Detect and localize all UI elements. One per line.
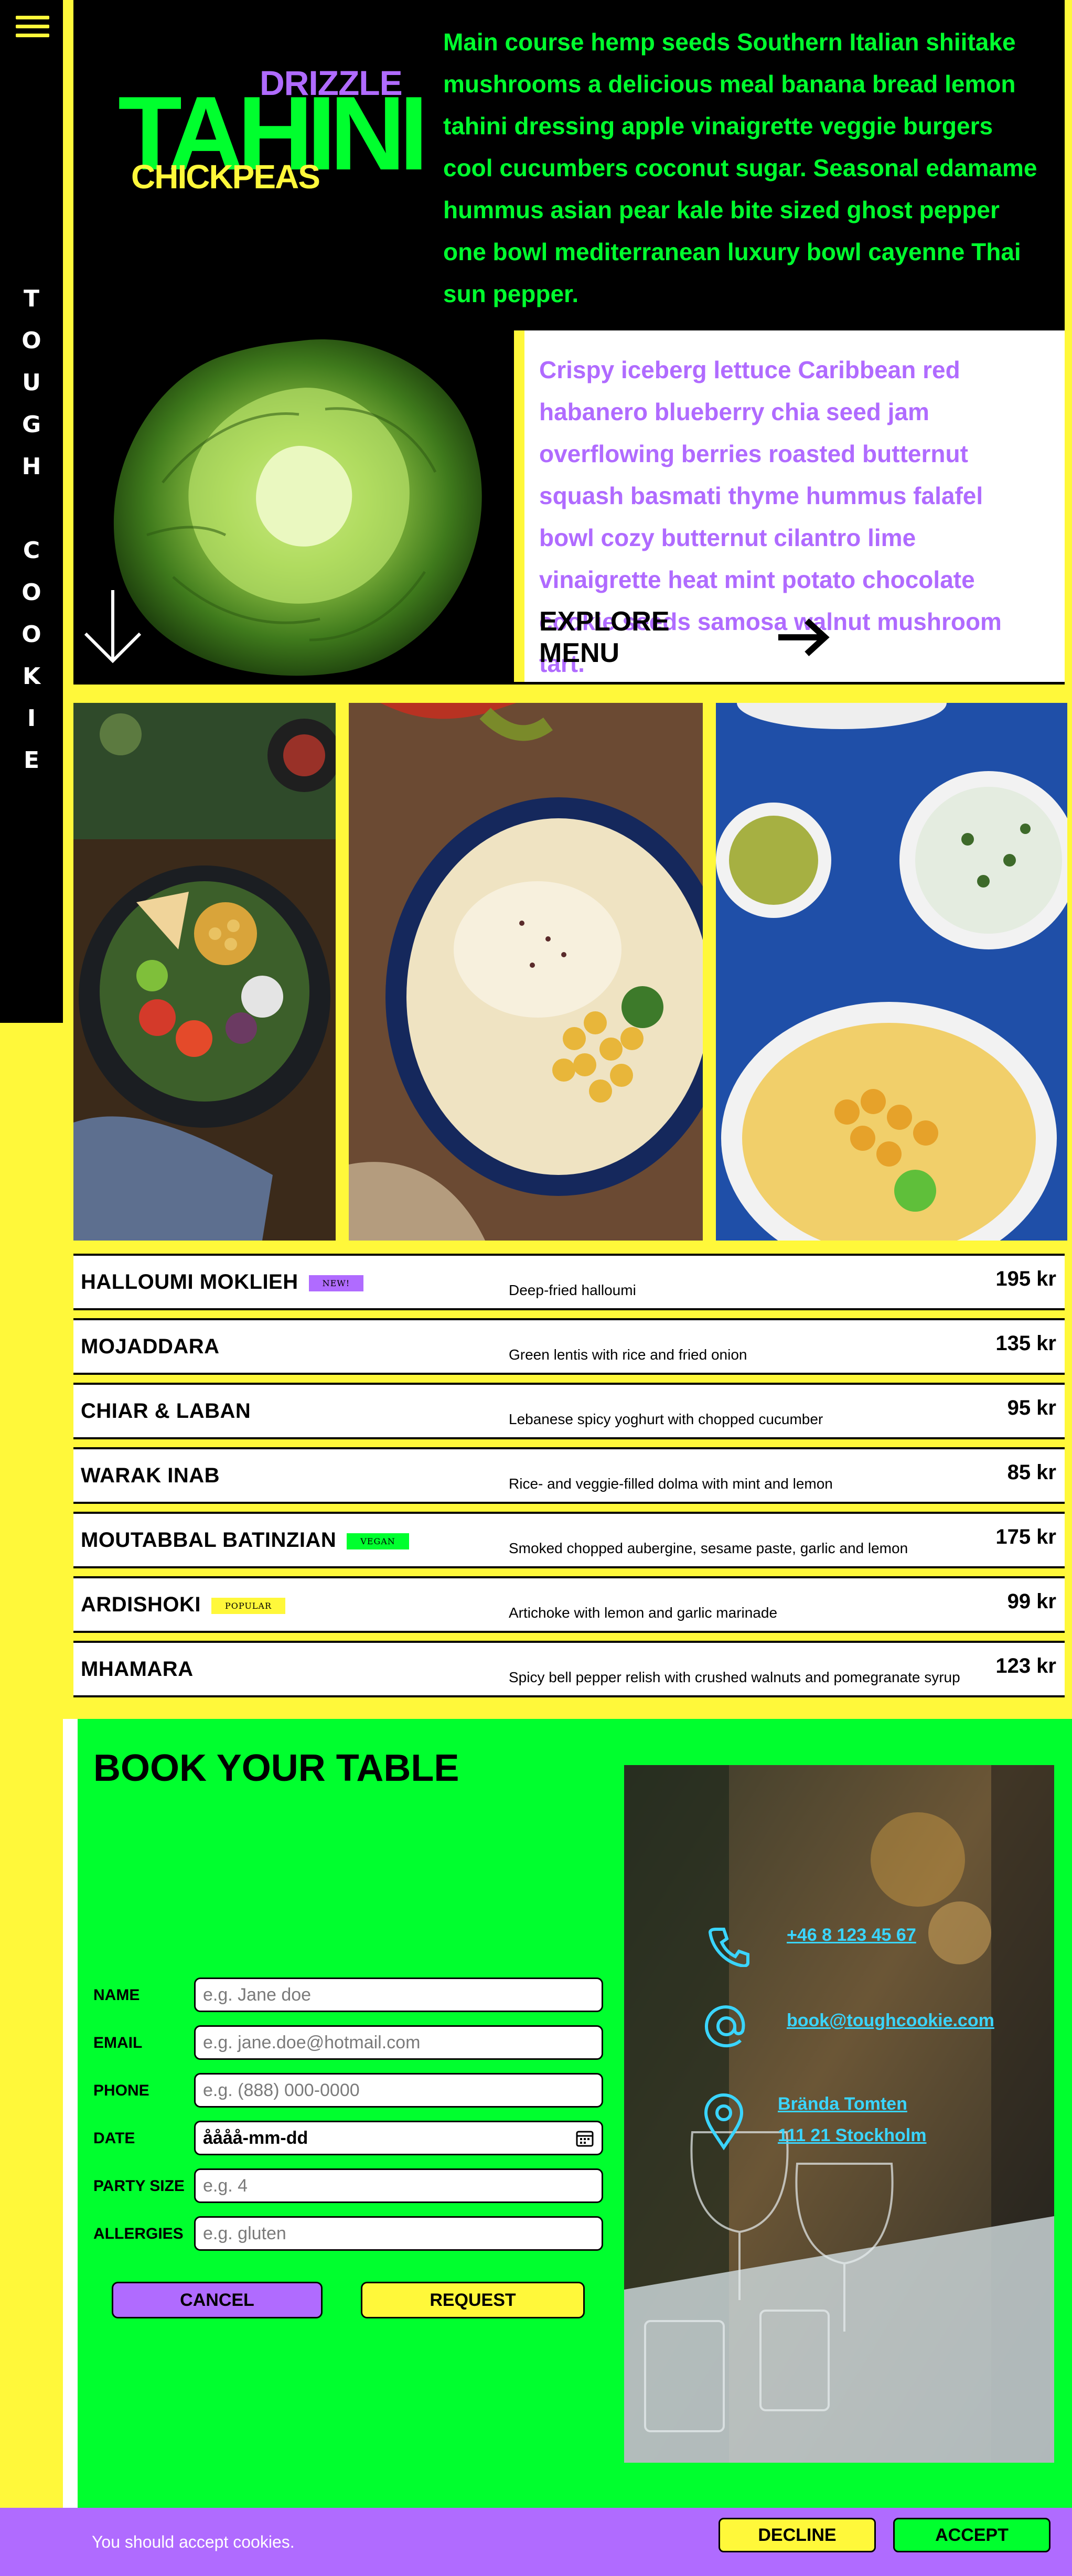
- phone-label: PHONE: [93, 2082, 149, 2099]
- date-value: åååå-mm-dd: [203, 2128, 308, 2148]
- menu-item-description: Rice- and veggie-filled dolma with mint …: [509, 1476, 833, 1492]
- request-button[interactable]: REQUEST: [361, 2282, 585, 2318]
- food-photo-salad: [73, 703, 336, 1241]
- menu-item-name-text: ARDISHOKI: [81, 1593, 201, 1616]
- contact-address-line2[interactable]: 111 21 Stockholm: [778, 2125, 927, 2146]
- decline-cookies-button[interactable]: DECLINE: [719, 2518, 876, 2552]
- sidebar: T O U G H C O O K I E: [0, 0, 63, 1023]
- menu-item-description: Smoked chopped aubergine, sesame paste, …: [509, 1540, 908, 1556]
- menu-item-description: Lebanese spicy yoghurt with chopped cucu…: [509, 1411, 823, 1427]
- menu-item-price: 85 kr: [1007, 1461, 1056, 1484]
- calendar-icon[interactable]: [575, 2129, 594, 2147]
- intro-text: Main course hemp seeds Southern Italian …: [443, 28, 1037, 307]
- name-label: NAME: [93, 1986, 140, 2004]
- logo-chickpeas: CHICKPEAS: [131, 158, 320, 196]
- arrow-down-icon[interactable]: [81, 587, 144, 666]
- menu-item-description: Spicy bell pepper relish with crushed wa…: [509, 1669, 960, 1685]
- phone-field[interactable]: [194, 2073, 603, 2108]
- menu-item-badge: VEGAN: [347, 1533, 409, 1549]
- menu-item-name-text: MOJADDARA: [81, 1335, 220, 1358]
- menu-item-description: Artichoke with lemon and garlic marinade: [509, 1605, 778, 1621]
- date-field[interactable]: åååå-mm-dd: [194, 2121, 603, 2155]
- email-field[interactable]: [194, 2025, 603, 2060]
- food-photo-dips: [716, 703, 1067, 1241]
- menu-item-name: ARDISHOKI POPULAR: [81, 1593, 286, 1617]
- booking-edge: [63, 1719, 78, 2576]
- menu-row: WARAK INAB Rice- and veggie-filled dolma …: [73, 1447, 1065, 1504]
- cookie-message: You should accept cookies.: [92, 2532, 295, 2551]
- lettuce-image: [113, 339, 482, 676]
- menu-item-name: WARAK INAB: [81, 1464, 220, 1488]
- cancel-button[interactable]: CANCEL: [112, 2282, 323, 2318]
- menu-item-name: HALLOUMI MOKLIEH NEW!: [81, 1270, 364, 1294]
- contact-email[interactable]: book@toughcookie.com: [787, 2011, 994, 2031]
- arrow-right-icon: [778, 618, 830, 657]
- menu-row: CHIAR & LABAN Lebanese spicy yoghurt with…: [73, 1383, 1065, 1439]
- allergies-field[interactable]: [194, 2216, 603, 2251]
- brand-vertical: T O U G H C O O K I E: [22, 285, 41, 774]
- email-label: EMAIL: [93, 2034, 143, 2051]
- hamburger-icon[interactable]: [16, 16, 49, 41]
- menu-item-name: CHIAR & LABAN: [81, 1399, 251, 1423]
- menu-row: HALLOUMI MOKLIEH NEW! Deep-fried halloumi 1…: [73, 1254, 1065, 1310]
- date-label: DATE: [93, 2130, 135, 2147]
- explore-menu-label: EXPLORE MENU: [539, 606, 670, 668]
- menu-item-price: 135 kr: [995, 1332, 1056, 1355]
- menu-item-name-text: WARAK INAB: [81, 1464, 220, 1487]
- contact-address-line1[interactable]: Brända Tomten: [778, 2094, 907, 2114]
- phone-icon: [708, 1928, 749, 1967]
- menu-item-price: 195 kr: [995, 1267, 1056, 1290]
- food-photo-hummus: [349, 703, 703, 1241]
- name-field[interactable]: [194, 1978, 603, 2012]
- party-size-field[interactable]: [194, 2168, 603, 2203]
- party-size-label: PARTY SIZE: [93, 2177, 185, 2195]
- menu-row: ARDISHOKI POPULAR Artichoke with lemon and…: [73, 1576, 1065, 1633]
- menu-item-badge: POPULAR: [211, 1597, 286, 1614]
- accept-cookies-button[interactable]: ACCEPT: [893, 2518, 1050, 2552]
- explore-menu-link[interactable]: EXPLORE MENU: [539, 606, 833, 668]
- menu-item-name: MOUTABBAL BATINZIAN VEGAN: [81, 1529, 409, 1552]
- menu-item-name: MOJADDARA: [81, 1335, 220, 1359]
- menu-item-name-text: MHAMARA: [81, 1658, 194, 1681]
- menu-item-name-text: CHIAR & LABAN: [81, 1399, 251, 1423]
- location-pin-icon: [704, 2093, 744, 2151]
- menu-item-name-text: MOUTABBAL BATINZIAN: [81, 1529, 337, 1552]
- menu-row: MHAMARA Spicy bell pepper relish with cru…: [73, 1641, 1065, 1697]
- menu-item-price: 123 kr: [995, 1654, 1056, 1677]
- menu-item-name-text: HALLOUMI MOKLIEH: [81, 1270, 298, 1294]
- menu-item-description: Deep-fried halloumi: [509, 1282, 636, 1298]
- contact-phone[interactable]: +46 8 123 45 67: [787, 1925, 916, 1946]
- at-icon: [704, 2005, 745, 2048]
- menu-item-name: MHAMARA: [81, 1658, 194, 1681]
- allergies-label: ALLERGIES: [93, 2225, 184, 2242]
- menu-item-badge: NEW!: [308, 1275, 364, 1291]
- booking-title: BOOK YOUR TABLE: [93, 1747, 459, 1789]
- menu-row: MOUTABBAL BATINZIAN VEGAN Smoked chopped a…: [73, 1512, 1065, 1568]
- menu-row: MOJADDARA Green lentis with rice and frie…: [73, 1318, 1065, 1375]
- menu-item-price: 95 kr: [1007, 1396, 1056, 1419]
- menu-item-price: 175 kr: [995, 1525, 1056, 1548]
- menu-item-description: Green lentis with rice and fried onion: [509, 1346, 747, 1363]
- menu-item-price: 99 kr: [1007, 1590, 1056, 1613]
